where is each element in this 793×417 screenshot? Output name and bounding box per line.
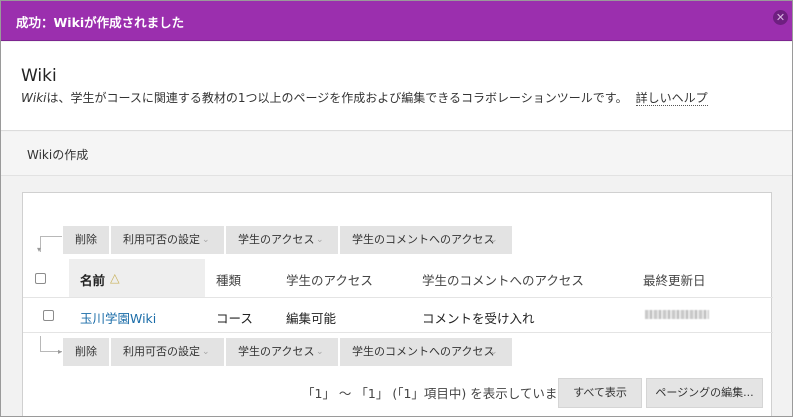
wiki-comment-access: コメントを受け入れ xyxy=(422,311,535,326)
comment-access-header[interactable]: 学生のコメントへのアクセス xyxy=(422,270,584,289)
type-header[interactable]: 種類 xyxy=(216,270,241,289)
row-checkbox[interactable] xyxy=(43,310,54,321)
bottom-action-bar: ▸ 削除 利用可否の設定 ⌄ 学生のアクセス ⌄ 学生のコメントへのアクセス ⌄ xyxy=(23,336,773,366)
wiki-type: コース xyxy=(216,311,253,326)
name-header-label[interactable]: 名前 xyxy=(80,270,105,289)
dialog-frame: 成功：Wikiが作成されました ✕ Wiki Wikiは、学生がコースに関連する… xyxy=(0,0,793,417)
wiki-list-panel: ▾ 削除 利用可否の設定 ⌄ 学生のアクセス ⌄ 学生のコメントへのアクセス ⌄… xyxy=(22,192,773,416)
page-header: Wiki Wikiは、学生がコースに関連する教材の1つ以上のページを作成および編… xyxy=(1,42,792,131)
availability-button[interactable]: 利用可否の設定 ⌄ xyxy=(111,226,224,254)
success-message: 成功：Wikiが作成されました xyxy=(16,15,185,30)
chevron-down-icon: ⌄ xyxy=(490,235,498,245)
wiki-name-link[interactable]: 玉川学園Wiki xyxy=(80,308,156,327)
comment-access-button[interactable]: 学生のコメントへのアクセス ⌄ xyxy=(340,226,512,254)
page-title: Wiki xyxy=(21,66,57,86)
student-access-button[interactable]: 学生のアクセス ⌄ xyxy=(226,226,338,254)
comment-access-button[interactable]: 学生のコメントへのアクセス ⌄ xyxy=(340,338,512,366)
edit-paging-button[interactable]: ページングの編集... xyxy=(646,378,763,408)
sort-ascending-icon[interactable]: △ xyxy=(110,270,120,285)
description-text: は、学生がコースに関連する教材の1つ以上のページを作成および編集できるコラボレー… xyxy=(46,91,628,105)
connector-arrow-icon: ▾ xyxy=(37,245,42,254)
student-access-label: 学生のアクセス xyxy=(238,233,315,246)
chevron-down-icon: ⌄ xyxy=(316,235,324,245)
connector-arrow-icon: ▸ xyxy=(58,347,63,356)
select-all-checkbox[interactable] xyxy=(35,273,46,284)
table-header: 名前 △ 種類 学生のアクセス 学生のコメントへのアクセス 最終更新日 xyxy=(23,259,773,297)
student-access-header[interactable]: 学生のアクセス xyxy=(286,270,373,289)
select-connector-top xyxy=(40,236,62,252)
table-row: 玉川学園Wiki コース 編集可能 コメントを受け入れ xyxy=(23,297,773,333)
availability-label: 利用可否の設定 xyxy=(123,345,200,358)
pagination-summary: 「1」 ～ 「1」 (「1」項目中) を表示しています xyxy=(302,386,570,401)
student-access-label: 学生のアクセス xyxy=(238,345,315,358)
chevron-down-icon: ⌄ xyxy=(316,347,324,357)
delete-button[interactable]: 削除 xyxy=(63,226,109,254)
create-wiki-link[interactable]: Wikiの作成 xyxy=(27,146,88,163)
wiki-student-access: 編集可能 xyxy=(286,311,337,326)
last-updated-redacted xyxy=(645,310,709,319)
availability-label: 利用可否の設定 xyxy=(123,233,200,246)
page-description: Wikiは、学生がコースに関連する教材の1つ以上のページを作成および編集できるコ… xyxy=(21,89,708,106)
delete-label: 削除 xyxy=(75,345,97,358)
close-icon[interactable]: ✕ xyxy=(773,10,788,25)
description-tool-name: Wiki xyxy=(21,91,47,105)
top-action-bar: ▾ 削除 利用可否の設定 ⌄ 学生のアクセス ⌄ 学生のコメントへのアクセス ⌄ xyxy=(23,226,773,254)
help-link[interactable]: 詳しいヘルプ xyxy=(635,91,708,106)
delete-button[interactable]: 削除 xyxy=(63,338,109,366)
show-all-button[interactable]: すべて表示 xyxy=(558,378,642,408)
last-updated-header[interactable]: 最終更新日 xyxy=(643,270,706,289)
comment-access-label: 学生のコメントへのアクセス xyxy=(352,345,495,358)
chevron-down-icon: ⌄ xyxy=(490,347,498,357)
student-access-button[interactable]: 学生のアクセス ⌄ xyxy=(226,338,338,366)
chevron-down-icon: ⌄ xyxy=(202,347,210,357)
delete-label: 削除 xyxy=(75,233,97,246)
comment-access-label: 学生のコメントへのアクセス xyxy=(352,233,495,246)
create-wiki-section: Wikiの作成 xyxy=(1,132,792,176)
chevron-down-icon: ⌄ xyxy=(202,235,210,245)
availability-button[interactable]: 利用可否の設定 ⌄ xyxy=(111,338,224,366)
success-banner: 成功：Wikiが作成されました ✕ xyxy=(1,1,792,41)
